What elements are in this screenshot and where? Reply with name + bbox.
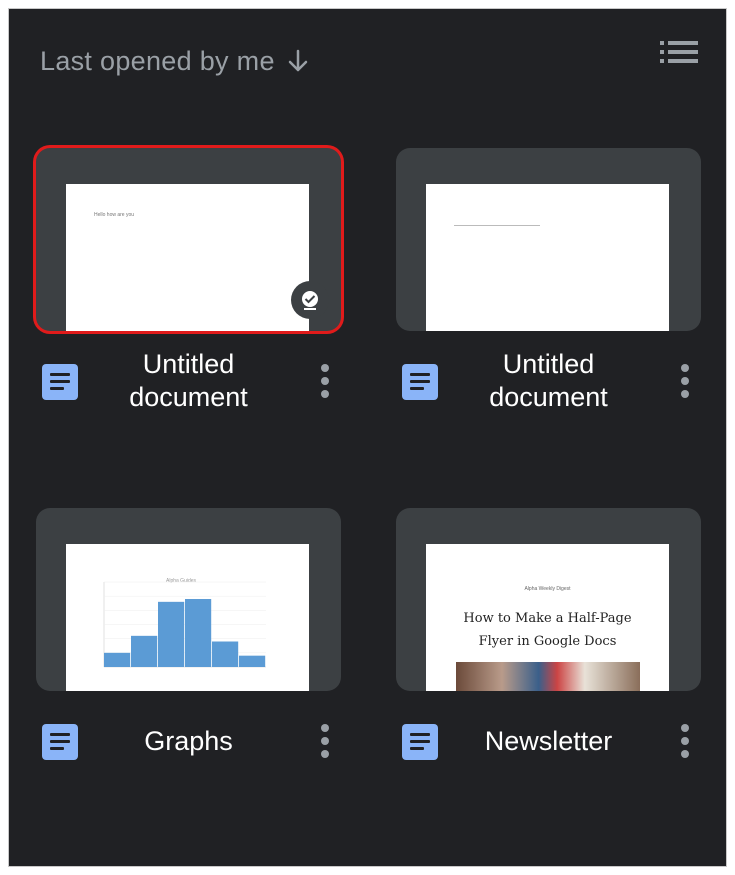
sort-label: Last opened by me xyxy=(40,45,275,76)
arrow-down-icon xyxy=(287,48,309,74)
google-docs-icon xyxy=(42,724,78,760)
more-options-icon[interactable] xyxy=(317,364,333,400)
google-docs-icon xyxy=(42,364,78,400)
preview-line xyxy=(454,225,540,226)
file-title: Untitled document xyxy=(489,349,608,412)
file-card[interactable]: Hello how are you Untitled document xyxy=(36,148,341,418)
chart-bar xyxy=(185,599,212,667)
file-title: Untitled document xyxy=(129,349,248,412)
file-thumbnail[interactable]: Hello how are you xyxy=(36,148,341,331)
drive-file-grid: Last opened by me Hello how are you Unti… xyxy=(8,8,727,867)
chart-bar xyxy=(158,601,185,667)
file-thumbnail[interactable] xyxy=(396,148,701,331)
google-docs-icon xyxy=(402,364,438,400)
offline-check-icon xyxy=(291,281,329,319)
more-options-icon[interactable] xyxy=(677,724,693,760)
file-card[interactable]: Untitled document xyxy=(396,148,701,418)
sort-control[interactable]: Last opened by me xyxy=(40,43,309,79)
preview-masthead: Alpha Weekly Digest xyxy=(524,586,571,592)
file-thumbnail[interactable]: Alpha Weekly Digest How to Make a Half-P… xyxy=(396,508,701,691)
file-title: Graphs xyxy=(144,726,233,756)
preview-photo xyxy=(456,662,640,691)
chart-bar xyxy=(212,641,239,667)
google-docs-icon xyxy=(402,724,438,760)
preview-bar-chart xyxy=(103,581,266,668)
document-preview xyxy=(426,184,669,331)
document-preview: Hello how are you xyxy=(66,184,309,331)
document-preview: Alpha Guides xyxy=(66,544,309,691)
file-card[interactable]: Alpha Guides Graphs xyxy=(36,508,341,778)
chart-bar xyxy=(239,655,266,667)
file-card[interactable]: Alpha Weekly Digest How to Make a Half-P… xyxy=(396,508,701,778)
chart-bar xyxy=(104,652,131,667)
file-thumbnail[interactable]: Alpha Guides xyxy=(36,508,341,691)
document-preview: Alpha Weekly Digest How to Make a Half-P… xyxy=(426,544,669,691)
file-title: Newsletter xyxy=(484,726,613,756)
preview-heading: How to Make a Half-Page Flyer in Google … xyxy=(463,611,632,649)
more-options-icon[interactable] xyxy=(317,724,333,760)
more-options-icon[interactable] xyxy=(677,364,693,400)
chart-bar xyxy=(131,635,158,667)
list-view-icon[interactable] xyxy=(660,39,698,65)
preview-text: Hello how are you xyxy=(94,212,135,218)
